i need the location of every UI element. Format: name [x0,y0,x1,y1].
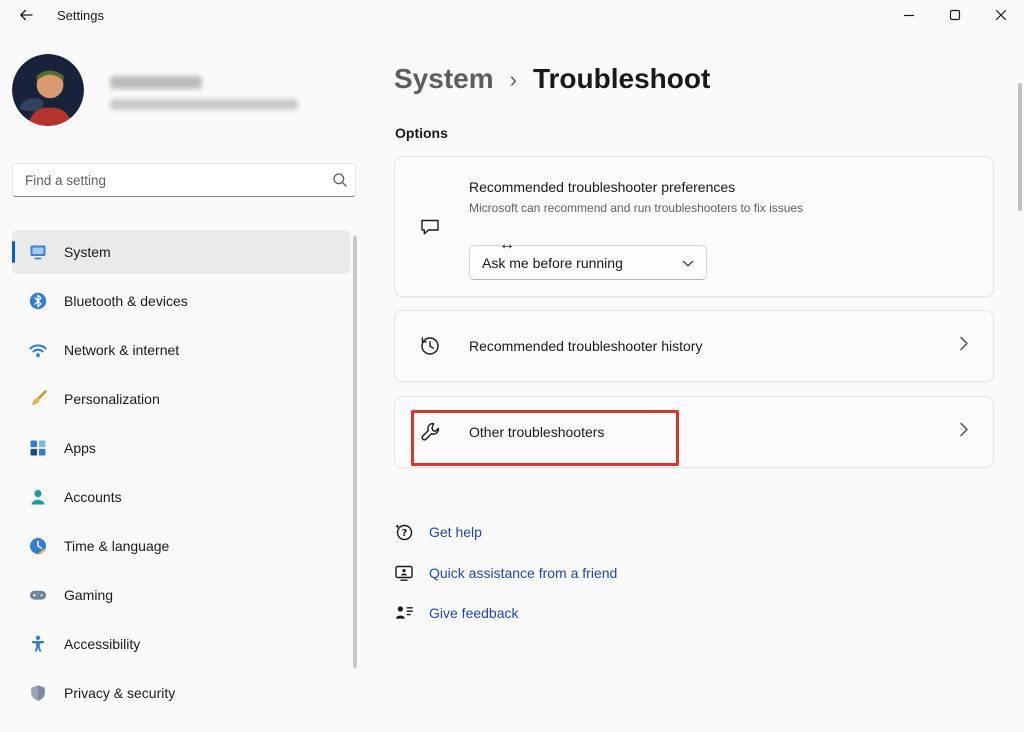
preferences-title: Recommended troubleshooter preferences [469,179,736,195]
recommended-preferences-card: Recommended troubleshooter preferences M… [394,156,994,297]
game-controller-icon [28,585,48,605]
back-button[interactable] [6,1,46,31]
get-help-label: Get help [429,524,482,540]
sidebar-item-personalization[interactable]: Personalization [12,377,350,421]
sidebar-item-label: Accounts [64,489,122,505]
dropdown-value: Ask me before running [482,254,623,271]
preferences-description: Microsoft can recommend and run troubles… [469,201,804,215]
get-help-link[interactable]: ? Get help [394,518,482,546]
sidebar-item-privacy-security[interactable]: Privacy & security [12,671,350,715]
history-card-label: Recommended troubleshooter history [469,338,703,354]
sidebar-item-gaming[interactable]: Gaming [12,573,350,617]
accessibility-person-icon [28,634,48,654]
sidebar-item-apps[interactable]: Apps [12,426,350,470]
other-card-label: Other troubleshooters [469,424,605,440]
chevron-right-icon [959,422,969,443]
search-box [12,163,356,197]
selected-accent-bar [12,241,15,263]
sidebar-item-label: Time & language [64,538,170,554]
page-scrollbar[interactable] [1018,83,1022,211]
sidebar-item-system[interactable]: System [12,230,350,274]
svg-text:?: ? [402,528,408,539]
bluetooth-icon [28,291,48,311]
search-input[interactable] [13,164,325,196]
sidebar-item-label: System [64,244,111,260]
breadcrumb: System › Troubleshoot [394,58,710,100]
sidebar-item-accessibility[interactable]: Accessibility [12,622,350,666]
breadcrumb-separator-icon: › [509,67,517,92]
run-preference-dropdown[interactable]: Ask me before running [469,245,707,280]
user-name-redacted [110,76,202,89]
user-email-redacted [110,99,298,110]
give-feedback-link[interactable]: Give feedback [394,599,519,627]
troubleshooter-history-card[interactable]: Recommended troubleshooter history [394,310,994,382]
titlebar: Settings [0,0,1024,32]
feedback-person-icon [394,603,414,623]
shield-icon [28,683,48,703]
other-troubleshooters-card[interactable]: Other troubleshooters [394,396,994,468]
sidebar-item-label: Gaming [64,587,114,603]
sidebar-item-bluetooth-devices[interactable]: Bluetooth & devices [12,279,350,323]
sidebar-item-accounts[interactable]: Accounts [12,475,350,519]
close-icon [993,7,1009,26]
sidebar-item-label: Accessibility [64,636,141,652]
sidebar-scrollbar[interactable] [353,236,357,668]
clock-icon [28,536,48,556]
sidebar-item-label: Apps [64,440,96,456]
give-feedback-label: Give feedback [429,605,519,621]
sidebar-item-label: Privacy & security [64,685,176,701]
help-question-icon: ? [394,522,414,542]
speech-bubble-icon [419,216,441,238]
sidebar-item-label: Network & internet [64,342,180,358]
paintbrush-icon [28,389,48,409]
search-icon [325,172,355,188]
person-icon [28,487,48,507]
maximize-icon [947,7,963,26]
close-button[interactable] [978,0,1024,32]
sidebar-item-network-internet[interactable]: Network & internet [12,328,350,372]
options-section-title: Options [395,125,448,141]
maximize-button[interactable] [932,0,978,32]
window-controls [886,0,1024,32]
wifi-icon [28,340,48,360]
quick-assist-label: Quick assistance from a friend [429,565,618,581]
sidebar-item-time-language[interactable]: Time & language [12,524,350,568]
avatar [12,54,84,126]
remote-assist-screen-icon [394,563,414,583]
page-title: Troubleshoot [532,63,711,94]
chevron-right-icon [959,336,969,357]
back-arrow-icon [18,7,34,26]
wrench-icon [419,421,441,443]
minimize-button[interactable] [886,0,932,32]
sidebar-item-label: Bluetooth & devices [64,293,188,309]
breadcrumb-system[interactable]: System [394,63,494,95]
window-title: Settings [57,8,104,23]
sidebar-nav: System Bluetooth & devices Network & int… [12,230,350,720]
system-monitor-icon [28,242,48,262]
chevron-down-icon [682,255,694,271]
apps-grid-icon [28,438,48,458]
sidebar-item-label: Personalization [64,391,160,407]
settings-window: Settings Find a setting System Bluetooth… [0,0,1024,732]
history-clock-icon [419,335,441,357]
minimize-icon [901,7,917,26]
quick-assist-link[interactable]: Quick assistance from a friend [394,559,617,587]
